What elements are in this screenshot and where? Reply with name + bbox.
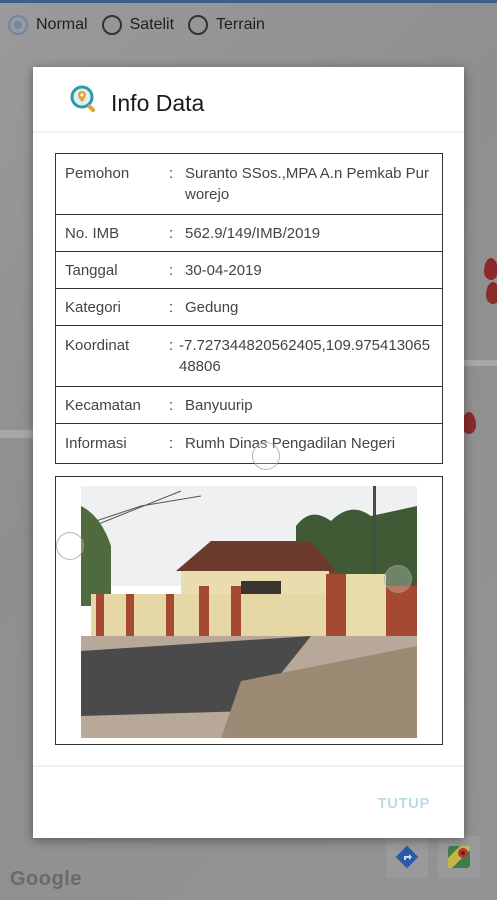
row-value: 562.9/149/IMB/2019 xyxy=(185,225,321,242)
photo-frame xyxy=(55,476,443,745)
google-maps-icon xyxy=(448,846,470,868)
table-row: Kecamatan : Banyuurip xyxy=(56,387,442,424)
row-label: No. IMB xyxy=(65,225,120,242)
map-marker-icon[interactable] xyxy=(462,412,476,434)
table-row: Tanggal : 30-04-2019 xyxy=(56,252,442,289)
dialog-header: Info Data xyxy=(33,67,464,131)
row-value: -7.727344820562405,109.97541306548806 xyxy=(179,337,431,375)
row-colon: : xyxy=(169,397,174,414)
row-colon: : xyxy=(169,225,174,242)
info-dialog: Info Data Pemohon : Suranto SSos.,MPA A.… xyxy=(33,67,464,838)
map-type-label: Satelit xyxy=(129,15,175,33)
map-marker-icon[interactable] xyxy=(486,282,497,304)
row-label: Tanggal xyxy=(65,262,118,279)
map-type-satelit[interactable]: Satelit xyxy=(101,14,175,35)
map-type-label: Normal xyxy=(36,15,88,33)
directions-button[interactable] xyxy=(386,836,428,878)
building-photo[interactable] xyxy=(81,486,417,738)
row-value: 30-04-2019 xyxy=(185,262,262,279)
row-value: Rumh Dinas Pengadilan Negeri xyxy=(185,435,396,452)
row-label: Kecamatan xyxy=(65,397,141,414)
map-type-terrain[interactable]: Terrain xyxy=(188,14,265,35)
table-row: Koordinat : -7.727344820562405,109.97541… xyxy=(56,326,442,387)
row-colon: : xyxy=(169,299,174,316)
table-row: Pemohon : Suranto SSos.,MPA A.n Pemkab P… xyxy=(56,154,442,215)
touch-indicator xyxy=(252,442,280,470)
row-label: Informasi xyxy=(65,435,127,452)
row-label: Kategori xyxy=(65,299,121,316)
table-row: No. IMB : 562.9/149/IMB/2019 xyxy=(56,215,442,252)
directions-icon xyxy=(395,845,419,869)
map-type-normal[interactable]: Normal xyxy=(8,14,88,35)
touch-indicator xyxy=(384,565,412,593)
row-colon: : xyxy=(169,262,174,279)
map-type-selector: Normal Satelit Terrain xyxy=(0,0,497,46)
row-colon: : xyxy=(169,337,174,354)
row-label: Koordinat xyxy=(65,337,130,354)
row-value: Suranto SSos.,MPA A.n Pemkab Purworejo xyxy=(185,165,430,203)
info-table: Pemohon : Suranto SSos.,MPA A.n Pemkab P… xyxy=(55,153,443,464)
divider xyxy=(33,131,464,133)
map-marker-icon[interactable] xyxy=(484,258,497,280)
open-maps-button[interactable] xyxy=(438,836,480,878)
radio-satelit[interactable] xyxy=(101,14,122,35)
row-colon: : xyxy=(169,435,174,452)
row-label: Pemohon xyxy=(65,165,130,182)
google-logo: Google xyxy=(10,868,82,890)
table-row: Kategori : Gedung xyxy=(56,289,442,326)
close-button[interactable]: TUTUP xyxy=(374,791,435,816)
map-type-label: Terrain xyxy=(216,15,265,33)
radio-normal[interactable] xyxy=(8,14,28,35)
divider xyxy=(33,765,464,767)
radio-terrain[interactable] xyxy=(188,14,209,35)
search-location-icon xyxy=(70,85,96,113)
dialog-title: Info Data xyxy=(111,89,205,116)
table-row: Informasi : Rumh Dinas Pengadilan Negeri xyxy=(56,424,442,464)
row-value: Gedung xyxy=(185,299,239,316)
row-value: Banyuurip xyxy=(185,397,253,414)
row-colon: : xyxy=(169,165,174,182)
touch-indicator xyxy=(56,532,84,560)
